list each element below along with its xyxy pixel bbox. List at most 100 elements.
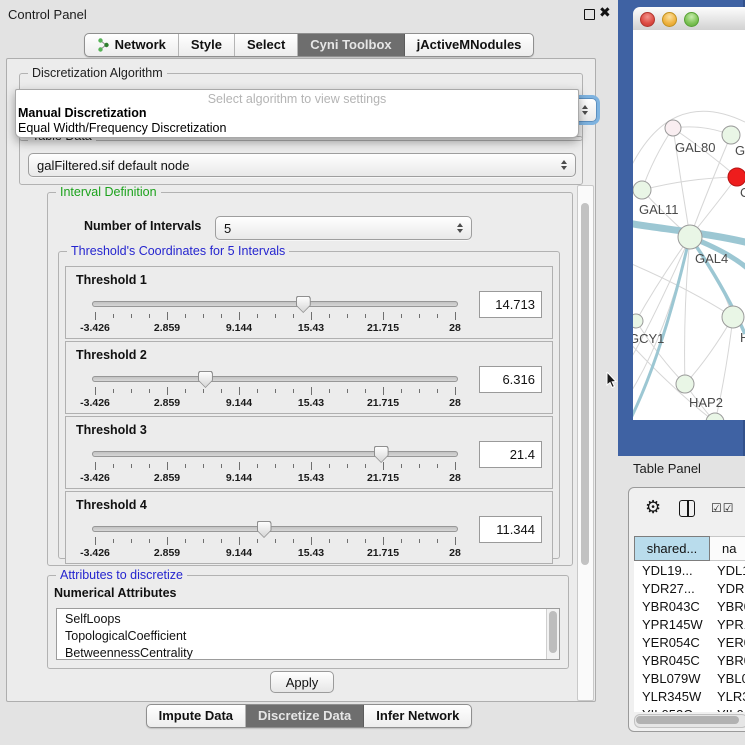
- tab[interactable]: Style: [179, 34, 235, 56]
- close-icon[interactable]: ✖: [599, 4, 611, 21]
- network-window[interactable]: GAL80GACGAL11GAL4GCY1HHAP2: [618, 0, 745, 456]
- panel-title: Control Panel: [8, 7, 87, 22]
- column-header-name[interactable]: na: [710, 536, 745, 561]
- threshold-value-field[interactable]: 21.4: [479, 441, 542, 468]
- slider-track[interactable]: [92, 376, 458, 382]
- panel-scrollbar[interactable]: [577, 185, 594, 701]
- table-row[interactable]: YLR345W YLR3: [634, 687, 745, 705]
- minimize-traffic-light-icon[interactable]: [662, 12, 677, 27]
- tab[interactable]: Impute Data: [147, 705, 246, 727]
- threshold-slider[interactable]: -3.4262.8599.14415.4321.71528: [92, 370, 458, 410]
- cell-shared-name[interactable]: YIL052C: [634, 707, 708, 713]
- cell-shared-name[interactable]: YDL19...: [634, 563, 708, 578]
- table-row[interactable]: YIL052C YIL0: [634, 705, 745, 712]
- table-row[interactable]: YDR27... YDR2: [634, 579, 745, 597]
- cell-shared-name[interactable]: YLR345W: [634, 689, 708, 704]
- cell-name[interactable]: YBL0: [708, 671, 745, 686]
- table-row[interactable]: YBR045C YBR0: [634, 651, 745, 669]
- network-node[interactable]: [722, 126, 740, 144]
- network-node[interactable]: [728, 168, 745, 186]
- table-row[interactable]: YPR145W YPR1: [634, 615, 745, 633]
- threshold-value-field[interactable]: 6.316: [479, 366, 542, 393]
- threshold-value-field[interactable]: 11.344: [479, 516, 542, 543]
- number-of-intervals-combobox[interactable]: 5: [215, 216, 472, 240]
- slider-thumb[interactable]: [198, 371, 213, 388]
- tab[interactable]: Infer Network: [364, 705, 471, 727]
- tab-label: jActiveMNodules: [417, 37, 522, 52]
- menu-item-manual-discretization[interactable]: Manual Discretization: [18, 106, 147, 120]
- threshold-slider[interactable]: -3.4262.8599.14415.4321.71528: [92, 295, 458, 335]
- cell-name[interactable]: YIL0: [708, 707, 744, 713]
- cell-name[interactable]: YLR3: [708, 689, 745, 704]
- network-node[interactable]: [633, 314, 643, 328]
- slider-track[interactable]: [92, 301, 458, 307]
- slider-thumb[interactable]: [374, 446, 389, 463]
- network-view[interactable]: GAL80GACGAL11GAL4GCY1HHAP2: [633, 30, 745, 420]
- slider-scale-labels: -3.4262.8599.14415.4321.71528: [92, 547, 458, 559]
- bottom-tab-bar: Impute Data Discretize Data Infer Networ…: [0, 704, 618, 728]
- cell-name[interactable]: YPR1: [708, 617, 745, 632]
- network-node-label: HAP2: [689, 395, 723, 410]
- attribute-item[interactable]: TopologicalCoefficient: [65, 628, 559, 645]
- table-panel-title: Table Panel: [633, 461, 701, 476]
- cell-name[interactable]: YBR0: [708, 599, 745, 614]
- table-hscrollbar-thumb[interactable]: [636, 716, 739, 724]
- tab[interactable]: Cyni Toolbox: [298, 34, 404, 56]
- cell-name[interactable]: YDR2: [708, 581, 745, 596]
- interval-definition-title: Interval Definition: [56, 185, 161, 199]
- network-node[interactable]: [678, 225, 702, 249]
- tab[interactable]: Discretize Data: [246, 705, 364, 727]
- slider-track[interactable]: [92, 526, 458, 532]
- table-data-value: galFiltered.sif default node: [37, 158, 189, 173]
- cell-shared-name[interactable]: YER054C: [634, 635, 708, 650]
- cell-name[interactable]: YER0: [708, 635, 745, 650]
- top-tab-bar: Network Style Select Cyni Toolbox: [0, 33, 618, 57]
- list-scrollbar[interactable]: [546, 609, 559, 659]
- threshold-slider[interactable]: -3.4262.8599.14415.4321.71528: [92, 445, 458, 485]
- table-row[interactable]: YDL19... YDL1: [634, 561, 745, 579]
- table-data-combobox[interactable]: galFiltered.sif default node: [28, 153, 576, 177]
- cell-shared-name[interactable]: YBR045C: [634, 653, 708, 668]
- columns-icon[interactable]: [679, 500, 695, 517]
- network-window-titlebar[interactable]: [633, 7, 745, 31]
- algorithm-dropdown-popup: Select algorithm to view settings Manual…: [15, 89, 579, 138]
- cell-name[interactable]: YBR0: [708, 653, 745, 668]
- cell-shared-name[interactable]: YBL079W: [634, 671, 708, 686]
- float-window-icon[interactable]: [584, 9, 595, 20]
- network-node[interactable]: [665, 120, 681, 136]
- cell-shared-name[interactable]: YDR27...: [634, 581, 708, 596]
- network-node[interactable]: [722, 306, 744, 328]
- network-node[interactable]: [633, 181, 651, 199]
- table-hscrollbar[interactable]: [634, 714, 745, 728]
- list-scrollbar-thumb[interactable]: [549, 611, 557, 653]
- network-node[interactable]: [676, 375, 694, 393]
- attribute-item[interactable]: BetweennessCentrality: [65, 645, 559, 660]
- slider-track[interactable]: [92, 451, 458, 457]
- cell-name[interactable]: YDL1: [708, 563, 745, 578]
- threshold-slider[interactable]: -3.4262.8599.14415.4321.71528: [92, 520, 458, 560]
- tab[interactable]: jActiveMNodules: [405, 34, 534, 56]
- panel-scrollbar-thumb[interactable]: [581, 203, 589, 565]
- close-traffic-light-icon[interactable]: [640, 12, 655, 27]
- cell-shared-name[interactable]: YPR145W: [634, 617, 708, 632]
- numerical-attributes-list[interactable]: SelfLoopsTopologicalCoefficientBetweenne…: [56, 608, 560, 660]
- select-columns-icon[interactable]: ☑☑: [711, 501, 735, 515]
- slider-thumb[interactable]: [296, 296, 311, 313]
- zoom-traffic-light-icon[interactable]: [684, 12, 699, 27]
- tab[interactable]: Network: [85, 34, 179, 56]
- network-node-label: GA: [735, 143, 745, 158]
- slider-thumb[interactable]: [257, 521, 272, 538]
- table-row[interactable]: YBL079W YBL0: [634, 669, 745, 687]
- column-header-shared-name[interactable]: shared...: [634, 536, 710, 561]
- threshold-value-field[interactable]: 14.713: [479, 291, 542, 318]
- tab[interactable]: Select: [235, 34, 298, 56]
- table-header: shared... na: [634, 536, 745, 561]
- cyni-toolbox-panel: Discretization Algorithm Select algorith…: [6, 58, 596, 702]
- apply-button[interactable]: Apply: [270, 671, 334, 693]
- table-row[interactable]: YER054C YER0: [634, 633, 745, 651]
- table-row[interactable]: YBR043C YBR0: [634, 597, 745, 615]
- gear-icon[interactable]: ⚙: [645, 498, 661, 516]
- menu-item-equal-width-frequency[interactable]: Equal Width/Frequency Discretization: [18, 121, 226, 135]
- cell-shared-name[interactable]: YBR043C: [634, 599, 708, 614]
- attribute-item[interactable]: SelfLoops: [65, 611, 559, 628]
